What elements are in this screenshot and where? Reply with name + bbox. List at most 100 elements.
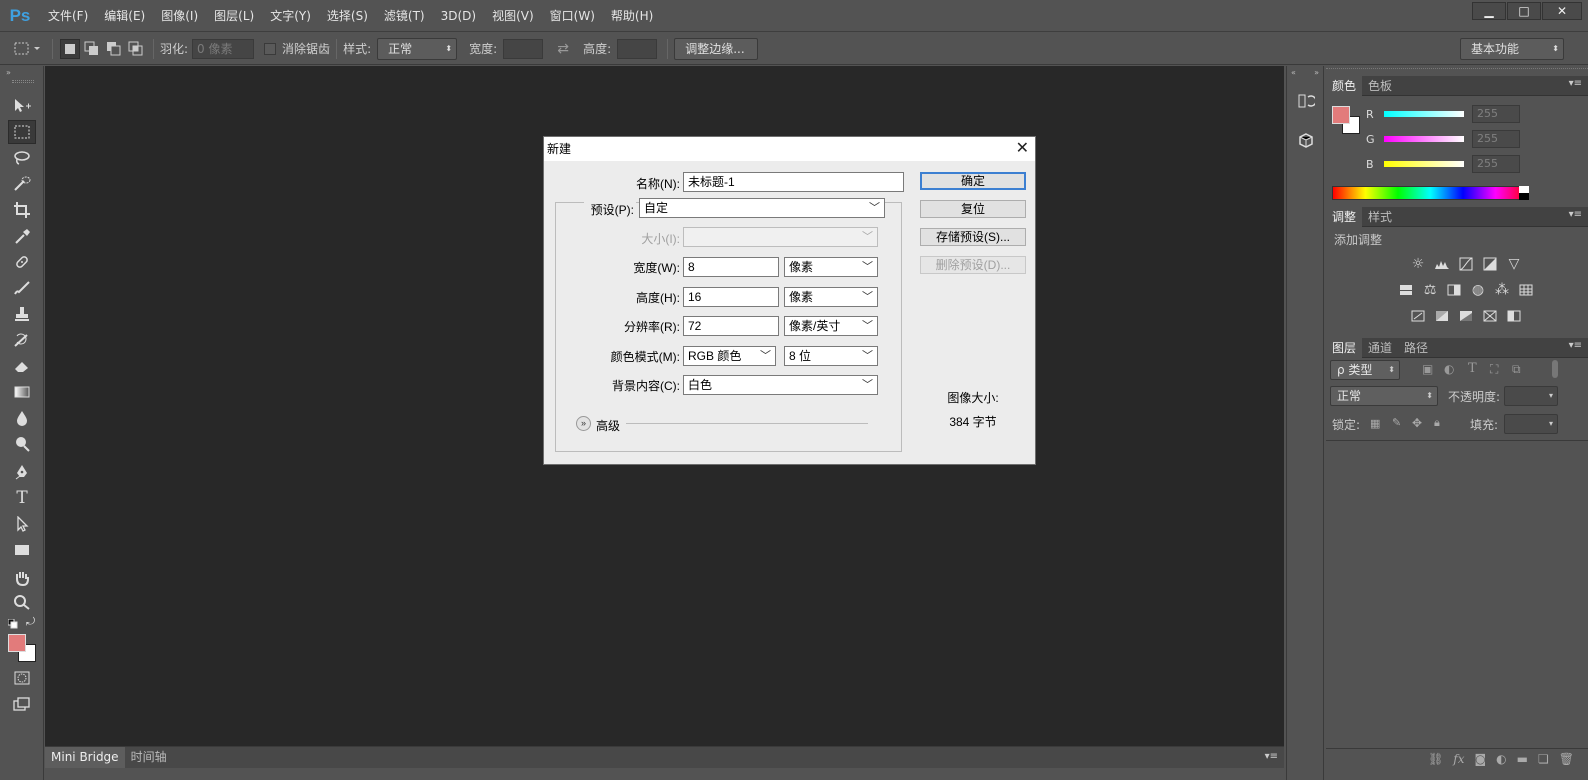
opacity-input[interactable]: ▾	[1504, 386, 1558, 406]
brightness-icon[interactable]: ☼	[1406, 252, 1430, 276]
menu-image[interactable]: 图像(I)	[153, 0, 206, 32]
vibrance-icon[interactable]: ▽	[1502, 252, 1526, 276]
lock-transparent-icon[interactable]: ▦	[1370, 417, 1380, 430]
tab-color[interactable]: 颜色	[1326, 76, 1363, 96]
pen-tool-icon[interactable]	[8, 460, 36, 484]
advanced-label[interactable]: 高级	[596, 417, 620, 434]
green-slider[interactable]	[1384, 136, 1464, 142]
zoom-tool-icon[interactable]	[8, 590, 36, 614]
preset-dropdown[interactable]: 自定 ﹀	[639, 198, 885, 218]
intersect-selection-icon[interactable]	[126, 39, 146, 59]
workspace-dropdown[interactable]: 基本功能 ⬍	[1460, 37, 1564, 60]
path-selection-tool-icon[interactable]	[8, 512, 36, 536]
screen-mode-icon[interactable]	[8, 692, 36, 716]
lock-all-icon[interactable]: 🔒︎	[1434, 416, 1440, 430]
tab-swatches[interactable]: 色板	[1362, 76, 1398, 96]
gradient-map-icon[interactable]	[1502, 304, 1526, 328]
black-white-icon[interactable]	[1442, 278, 1466, 302]
brush-tool-icon[interactable]	[8, 276, 36, 300]
color-spectrum-bar[interactable]	[1332, 186, 1529, 200]
swap-icon[interactable]: ⇄	[553, 39, 573, 59]
collapse-icon[interactable]: «	[1291, 68, 1296, 77]
hue-saturation-icon[interactable]	[1394, 278, 1418, 302]
panel-menu-icon[interactable]: ▾≡	[1569, 78, 1582, 89]
advanced-toggle-icon[interactable]: »	[576, 416, 591, 431]
menu-3d[interactable]: 3D(D)	[433, 0, 484, 32]
resolution-input[interactable]: 72	[683, 316, 779, 336]
tab-paths[interactable]: 路径	[1398, 338, 1434, 358]
menu-edit[interactable]: 编辑(E)	[96, 0, 153, 32]
red-value[interactable]: 255	[1472, 105, 1520, 123]
maximize-button[interactable]: □	[1507, 2, 1541, 20]
crop-tool-icon[interactable]	[8, 198, 36, 222]
new-group-icon[interactable]: ▬	[1517, 752, 1528, 766]
foreground-color-swatch[interactable]	[8, 634, 26, 652]
tab-layers[interactable]: 图层	[1326, 338, 1363, 358]
add-selection-icon[interactable]	[82, 39, 102, 59]
exposure-icon[interactable]	[1478, 252, 1502, 276]
delete-layer-icon[interactable]: 🗑︎	[1559, 752, 1574, 766]
panel-menu-icon[interactable]: ▾≡	[1569, 340, 1582, 351]
lasso-tool-icon[interactable]	[8, 146, 36, 170]
tab-mini-bridge[interactable]: Mini Bridge	[45, 747, 125, 768]
move-tool-icon[interactable]	[8, 94, 36, 118]
fill-input[interactable]: ▾	[1504, 414, 1558, 434]
refine-edge-button[interactable]: 调整边缘...	[674, 37, 759, 60]
blue-slider[interactable]	[1384, 161, 1464, 167]
antialias-checkbox[interactable]	[264, 42, 277, 55]
menu-layer[interactable]: 图层(L)	[206, 0, 262, 32]
history-brush-tool-icon[interactable]	[8, 328, 36, 352]
panel-grip[interactable]	[1326, 68, 1588, 74]
width-unit-dropdown[interactable]: 像素 ﹀	[784, 257, 878, 277]
expand-icon[interactable]: »	[1314, 68, 1319, 77]
3d-panel-icon[interactable]	[1293, 128, 1319, 154]
hand-tool-icon[interactable]	[8, 566, 36, 590]
close-icon[interactable]: ✕	[1016, 137, 1029, 161]
levels-icon[interactable]	[1430, 252, 1454, 276]
menu-window[interactable]: 窗口(W)	[542, 0, 603, 32]
filter-type-icon[interactable]: T	[1468, 361, 1477, 376]
default-colors-icon[interactable]	[7, 618, 18, 629]
layer-filter-dropdown[interactable]: ρ 类型 ⬍	[1330, 360, 1400, 380]
photo-filter-icon[interactable]: ◍	[1466, 278, 1490, 302]
tab-channels[interactable]: 通道	[1362, 338, 1398, 358]
layer-style-icon[interactable]: fx	[1453, 752, 1464, 766]
name-input[interactable]: 未标题-1	[683, 172, 904, 192]
resolution-unit-dropdown[interactable]: 像素/英寸 ﹀	[784, 316, 878, 336]
color-mode-dropdown[interactable]: RGB 颜色 ﹀	[683, 346, 776, 366]
lock-paint-icon[interactable]: ✎	[1392, 416, 1401, 429]
height-unit-dropdown[interactable]: 像素 ﹀	[784, 287, 878, 307]
width-input[interactable]	[503, 38, 544, 59]
red-slider[interactable]	[1384, 111, 1464, 117]
reset-button[interactable]: 复位	[920, 200, 1026, 218]
tab-timeline[interactable]: 时间轴	[125, 747, 173, 768]
marquee-preset-icon[interactable]	[11, 39, 45, 59]
background-dropdown[interactable]: 白色 ﹀	[683, 375, 878, 395]
filter-pixel-icon[interactable]: ▣	[1422, 362, 1433, 376]
feather-input[interactable]: 0 像素	[192, 38, 255, 59]
healing-brush-tool-icon[interactable]	[8, 250, 36, 274]
menu-file[interactable]: 文件(F)	[40, 0, 96, 32]
green-value[interactable]: 255	[1472, 130, 1520, 148]
collapse-icon[interactable]: »	[6, 68, 11, 77]
style-dropdown[interactable]: 正常 ⬍	[377, 37, 458, 60]
invert-icon[interactable]	[1406, 304, 1430, 328]
filter-toggle[interactable]	[1552, 360, 1558, 378]
rectangle-tool-icon[interactable]	[8, 538, 36, 562]
type-tool-icon[interactable]: T	[8, 486, 36, 510]
menu-select[interactable]: 选择(S)	[319, 0, 376, 32]
width-input[interactable]: 8	[683, 257, 779, 277]
height-input[interactable]: 16	[683, 287, 779, 307]
curves-icon[interactable]	[1454, 252, 1478, 276]
minimize-button[interactable]: ▁	[1472, 2, 1506, 20]
threshold-icon[interactable]	[1454, 304, 1478, 328]
eraser-tool-icon[interactable]	[8, 354, 36, 378]
menu-view[interactable]: 视图(V)	[484, 0, 542, 32]
swap-colors-icon[interactable]: ⤾	[26, 615, 35, 629]
gradient-tool-icon[interactable]	[8, 380, 36, 404]
new-selection-icon[interactable]	[60, 38, 80, 59]
channel-mixer-icon[interactable]: ⁂	[1490, 278, 1514, 302]
add-mask-icon[interactable]: ◙	[1475, 752, 1487, 766]
menu-filter[interactable]: 滤镜(T)	[376, 0, 433, 32]
tab-adjustments[interactable]: 调整	[1326, 207, 1363, 227]
